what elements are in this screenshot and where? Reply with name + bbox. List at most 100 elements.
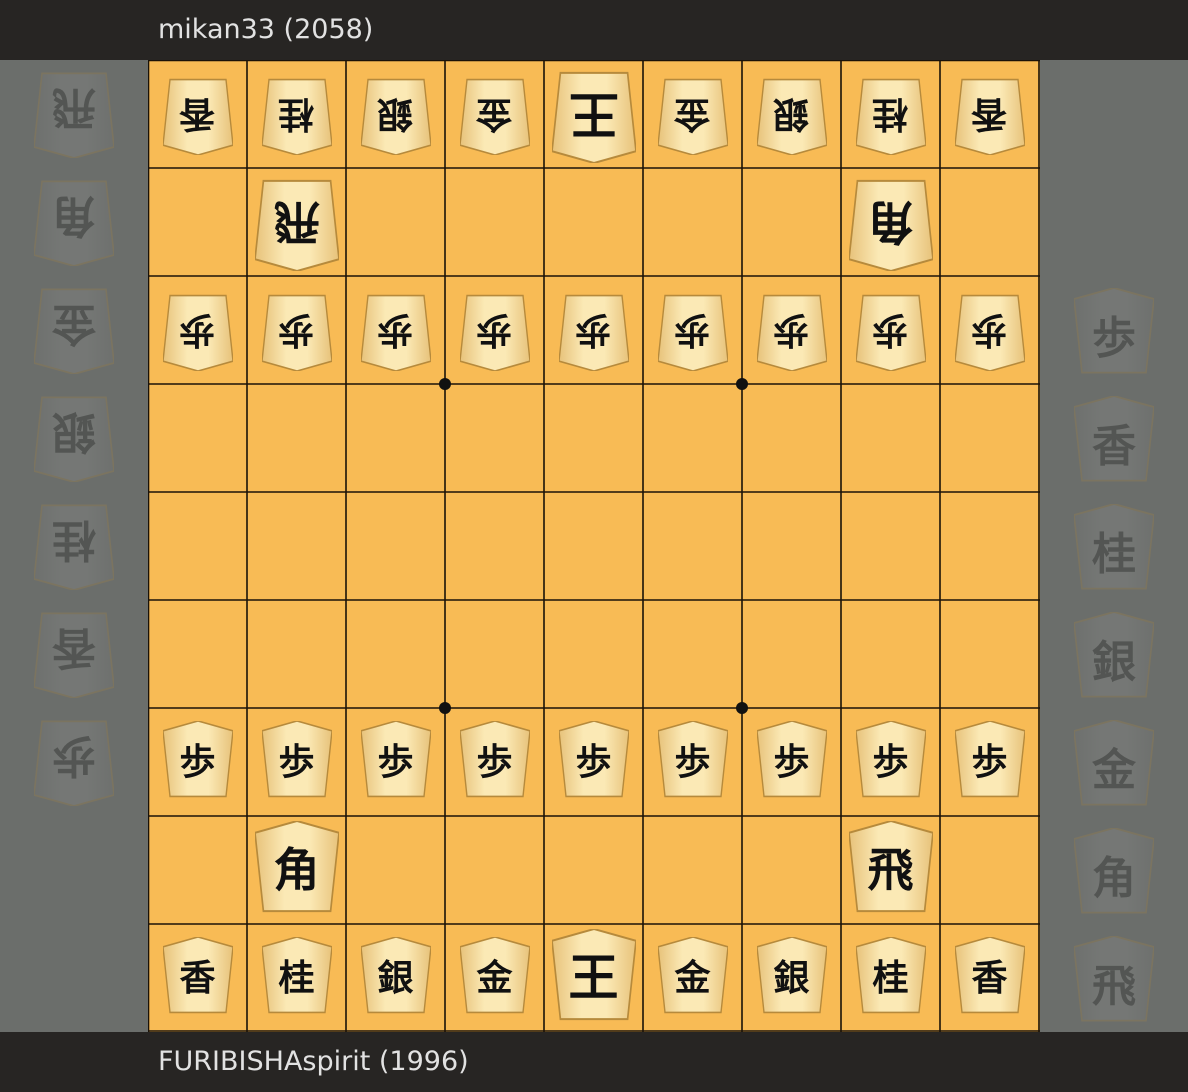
sente-silver-piece[interactable]: 銀 [360,937,431,1019]
piece-label: 歩 [278,741,315,783]
gote-pawn-piece[interactable]: 歩 [756,289,827,371]
piece-label: 金 [476,957,513,999]
board-square[interactable]: 桂 [247,924,346,1032]
sente-pawn-piece[interactable]: 歩 [558,721,629,803]
sente-gold-piece[interactable]: 金 [459,937,530,1019]
gote-pawn-piece[interactable]: 歩 [855,289,926,371]
sente-bishop-piece[interactable]: 角 [254,821,339,919]
sente-silver-piece[interactable]: 銀 [756,937,827,1019]
sente-lance-piece[interactable]: 香 [954,937,1025,1019]
board-square[interactable]: 香 [940,924,1039,1032]
bottom-player-bar: FURIBISHAspirit (1996) [0,1032,1188,1092]
board-square[interactable]: 飛 [841,816,940,924]
board-square[interactable]: 金 [445,60,544,168]
sente-pawn-piece[interactable]: 歩 [954,721,1025,803]
board-square[interactable]: 金 [643,924,742,1032]
board-square[interactable]: 歩 [148,276,247,384]
gote-hand-pawn-slot[interactable]: 歩 [34,714,114,806]
board-square[interactable]: 桂 [247,60,346,168]
board-square[interactable]: 歩 [346,708,445,816]
hand-piece-label: 香 [1092,421,1136,472]
gote-pawn-piece[interactable]: 歩 [360,289,431,371]
board-square[interactable]: 歩 [247,276,346,384]
gote-hand-rook-slot[interactable]: 飛 [34,66,114,158]
board-square[interactable]: 角 [247,816,346,924]
gote-pawn-piece[interactable]: 歩 [657,289,728,371]
board-square[interactable]: 歩 [940,276,1039,384]
sente-pawn-piece[interactable]: 歩 [855,721,926,803]
gote-gold-piece[interactable]: 金 [459,73,530,155]
sente-hand-lance-slot[interactable]: 香 [1074,396,1154,488]
gote-pawn-piece[interactable]: 歩 [558,289,629,371]
sente-hand-gold-slot[interactable]: 金 [1074,720,1154,812]
board-square[interactable]: 香 [148,924,247,1032]
gote-knight-piece[interactable]: 桂 [855,73,926,155]
gote-silver-piece[interactable]: 銀 [360,73,431,155]
gote-lance-piece[interactable]: 香 [954,73,1025,155]
gote-pawn-piece[interactable]: 歩 [459,289,530,371]
board-square[interactable]: 歩 [445,708,544,816]
piece-label: 歩 [674,309,711,351]
sente-hand-knight-slot[interactable]: 桂 [1074,504,1154,596]
board-square[interactable]: 銀 [742,60,841,168]
board-square[interactable]: 歩 [544,708,643,816]
sente-pawn-piece[interactable]: 歩 [162,721,233,803]
sente-hand-bishop-slot[interactable]: 角 [1074,828,1154,920]
sente-king-piece[interactable]: 王 [551,929,636,1027]
gote-hand-gold-slot[interactable]: 金 [34,282,114,374]
board-square[interactable]: 歩 [445,276,544,384]
gote-knight-piece[interactable]: 桂 [261,73,332,155]
board-square[interactable]: 王 [544,924,643,1032]
gote-hand-lance-slot[interactable]: 香 [34,606,114,698]
board-square[interactable]: 歩 [742,276,841,384]
sente-pawn-piece[interactable]: 歩 [756,721,827,803]
sente-hand-pawn-slot[interactable]: 歩 [1074,288,1154,380]
board-square[interactable]: 桂 [841,924,940,1032]
board-square[interactable]: 歩 [346,276,445,384]
gote-king-piece[interactable]: 王 [551,65,636,163]
sente-gold-piece[interactable]: 金 [657,937,728,1019]
board-square[interactable]: 歩 [643,708,742,816]
sente-pawn-piece[interactable]: 歩 [459,721,530,803]
board-square[interactable]: 歩 [247,708,346,816]
sente-hand-silver-slot[interactable]: 銀 [1074,612,1154,704]
gote-hand-knight-slot[interactable]: 桂 [34,498,114,590]
gote-rook-piece[interactable]: 飛 [254,173,339,271]
board-square[interactable]: 歩 [742,708,841,816]
board-square[interactable]: 王 [544,60,643,168]
sente-lance-piece[interactable]: 香 [162,937,233,1019]
sente-rook-piece[interactable]: 飛 [848,821,933,919]
board-square[interactable]: 歩 [148,708,247,816]
gote-gold-piece[interactable]: 金 [657,73,728,155]
sente-knight-piece[interactable]: 桂 [261,937,332,1019]
gote-pawn-piece[interactable]: 歩 [162,289,233,371]
board-square[interactable]: 金 [445,924,544,1032]
sente-pawn-piece[interactable]: 歩 [360,721,431,803]
gote-pawn-piece[interactable]: 歩 [954,289,1025,371]
board-square[interactable]: 歩 [544,276,643,384]
board-square[interactable]: 歩 [643,276,742,384]
board-square[interactable]: 桂 [841,60,940,168]
sente-pawn-piece[interactable]: 歩 [657,721,728,803]
board-square[interactable]: 香 [148,60,247,168]
board-square[interactable]: 銀 [742,924,841,1032]
sente-knight-piece[interactable]: 桂 [855,937,926,1019]
board-square[interactable]: 角 [841,168,940,276]
board-square[interactable]: 歩 [841,276,940,384]
board-square[interactable]: 銀 [346,924,445,1032]
sente-pawn-piece[interactable]: 歩 [261,721,332,803]
board-square[interactable]: 銀 [346,60,445,168]
board-square[interactable]: 飛 [247,168,346,276]
gote-hand-bishop-slot[interactable]: 角 [34,174,114,266]
board-square[interactable]: 香 [940,60,1039,168]
gote-silver-piece[interactable]: 銀 [756,73,827,155]
gote-lance-piece[interactable]: 香 [162,73,233,155]
piece-label: 歩 [476,741,513,783]
board-square[interactable]: 歩 [940,708,1039,816]
gote-hand-silver-slot[interactable]: 銀 [34,390,114,482]
gote-bishop-piece[interactable]: 角 [848,173,933,271]
sente-hand-rook-slot[interactable]: 飛 [1074,936,1154,1028]
gote-pawn-piece[interactable]: 歩 [261,289,332,371]
board-square[interactable]: 金 [643,60,742,168]
board-square[interactable]: 歩 [841,708,940,816]
